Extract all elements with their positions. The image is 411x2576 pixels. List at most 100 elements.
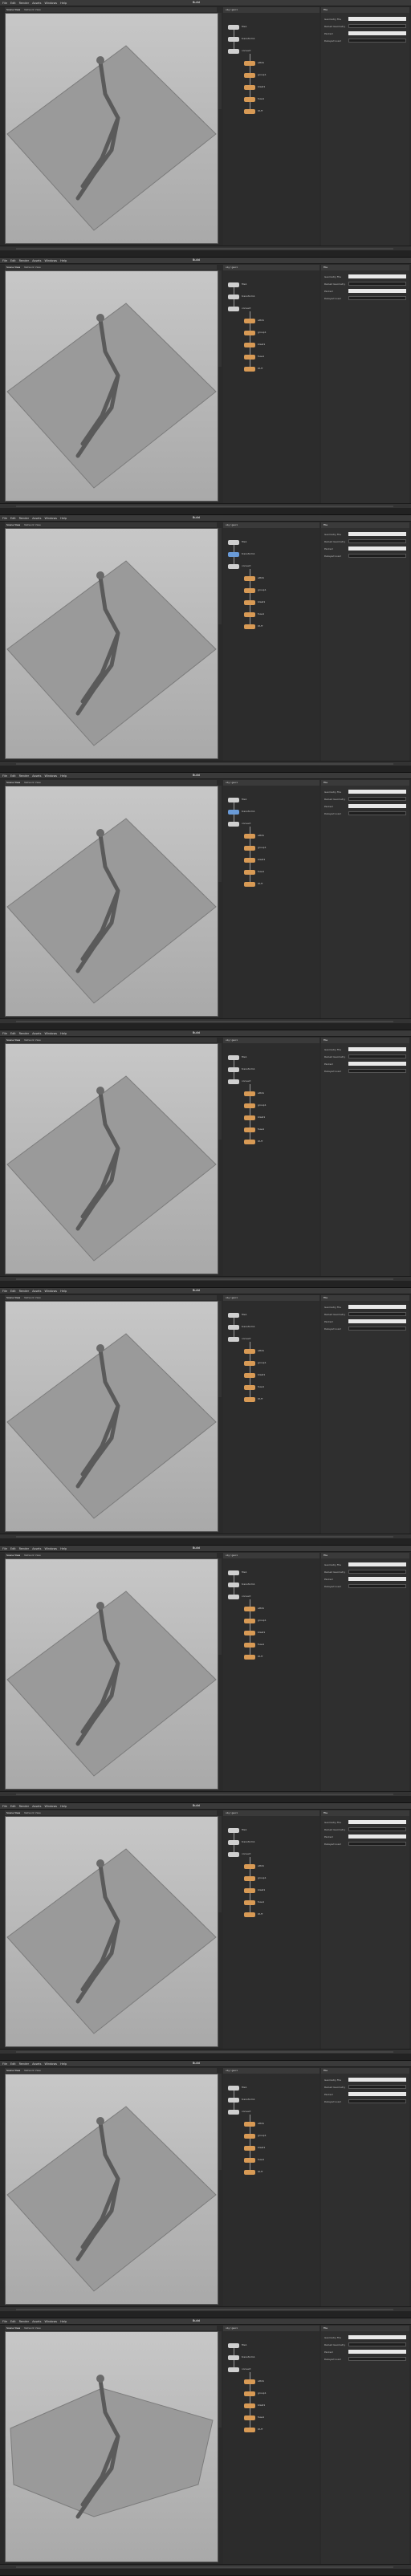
viewport-toolbar[interactable]	[218, 1816, 222, 1912]
parameter-field[interactable]	[348, 811, 406, 815]
menu-item-render[interactable]: Render	[19, 774, 29, 778]
network-path[interactable]: obj / geo1	[226, 1811, 238, 1814]
scene-viewport[interactable]	[5, 270, 218, 502]
menu-item-render[interactable]: Render	[19, 2320, 29, 2323]
menu-item-assets[interactable]: Assets	[32, 2320, 41, 2323]
menu-item-edit[interactable]: Edit	[10, 2, 16, 5]
menu-item-assets[interactable]: Assets	[32, 1032, 41, 1035]
node-7[interactable]: OUT	[244, 624, 262, 629]
parameter-field[interactable]	[348, 2085, 406, 2089]
parameter-field[interactable]	[348, 1827, 406, 1831]
tab-scene-view[interactable]: Scene View	[6, 1296, 20, 1299]
network-editor[interactable]: obj / geo1 file1 transform1 convert attrib gr…	[223, 1038, 319, 1278]
parameter-field[interactable]	[348, 804, 406, 808]
network-editor[interactable]: obj / geo1 file1 transform1 convert attrib gr…	[223, 1810, 319, 2051]
network-path[interactable]: obj / geo1	[226, 781, 238, 784]
node-2[interactable]: convert	[228, 1852, 250, 1857]
tab-scene-view[interactable]: Scene View	[6, 781, 20, 784]
parameter-field[interactable]	[348, 1570, 406, 1574]
menu-item-windows[interactable]: Windows	[45, 259, 58, 262]
menu-item-help[interactable]: Help	[60, 517, 67, 520]
network-path[interactable]: obj / geo1	[226, 1296, 238, 1299]
parameter-field[interactable]	[348, 17, 406, 21]
parameter-field[interactable]	[348, 31, 406, 35]
node-7[interactable]: OUT	[244, 2170, 262, 2175]
node-2[interactable]: convert	[228, 2367, 250, 2372]
menu-item-assets[interactable]: Assets	[32, 2062, 41, 2066]
parameter-field[interactable]	[348, 2350, 406, 2354]
node-7[interactable]: OUT	[244, 2428, 262, 2432]
menu-item-render[interactable]: Render	[19, 259, 29, 262]
menu-item-file[interactable]: File	[2, 2, 7, 5]
parameter-field[interactable]	[348, 39, 406, 43]
network-editor[interactable]: obj / geo1 file1 transform1 convert attrib gr…	[223, 2068, 319, 2309]
parameter-field[interactable]	[348, 2099, 406, 2103]
timeline-bar[interactable]	[16, 2309, 393, 2310]
menu-item-windows[interactable]: Windows	[45, 1547, 58, 1550]
menu-item-edit[interactable]: Edit	[10, 2320, 16, 2323]
menu-item-file[interactable]: File	[2, 1805, 7, 1808]
parameter-field[interactable]	[348, 274, 406, 278]
scene-viewport[interactable]	[5, 1301, 218, 1532]
node-7[interactable]: OUT	[244, 1140, 262, 1144]
menu-item-assets[interactable]: Assets	[32, 1547, 41, 1550]
parameter-field[interactable]	[348, 2342, 406, 2346]
parameter-field[interactable]	[348, 546, 406, 551]
menu-item-file[interactable]: File	[2, 2062, 7, 2066]
timeline-bar[interactable]	[16, 1278, 393, 1280]
menu-item-file[interactable]: File	[2, 2320, 7, 2323]
tab-network-view[interactable]: Network View	[24, 2069, 41, 2072]
parameter-field[interactable]	[348, 554, 406, 558]
menu-item-assets[interactable]: Assets	[32, 774, 41, 778]
desk-label[interactable]: Build	[193, 516, 209, 521]
parameter-field[interactable]	[348, 1319, 406, 1323]
tab-network-view[interactable]: Network View	[24, 781, 41, 784]
viewport-toolbar[interactable]	[218, 1301, 222, 1397]
node-2[interactable]: convert	[228, 1595, 250, 1599]
node-2[interactable]: convert	[228, 307, 250, 311]
menu-item-help[interactable]: Help	[60, 2, 67, 5]
tab-scene-view[interactable]: Scene View	[6, 2326, 20, 2330]
parameter-field[interactable]	[348, 2335, 406, 2339]
viewport-toolbar[interactable]	[218, 2331, 222, 2428]
desk-label[interactable]: Build	[193, 2319, 209, 2324]
parameter-field[interactable]	[348, 790, 406, 794]
parameter-field[interactable]	[348, 2357, 406, 2361]
menu-item-edit[interactable]: Edit	[10, 1290, 16, 1293]
timeline-bar[interactable]	[16, 763, 393, 765]
menu-item-edit[interactable]: Edit	[10, 1032, 16, 1035]
menu-item-file[interactable]: File	[2, 517, 7, 520]
desk-label[interactable]: Build	[193, 1546, 209, 1551]
tab-scene-view[interactable]: Scene View	[6, 266, 20, 269]
node-2[interactable]: convert	[228, 822, 250, 827]
parameter-field[interactable]	[348, 1305, 406, 1309]
menu-item-render[interactable]: Render	[19, 517, 29, 520]
menu-item-windows[interactable]: Windows	[45, 2, 58, 5]
menu-item-help[interactable]: Help	[60, 1547, 67, 1550]
timeline-bar[interactable]	[16, 1794, 393, 1795]
menu-item-assets[interactable]: Assets	[32, 517, 41, 520]
menu-item-windows[interactable]: Windows	[45, 1032, 58, 1035]
desk-label[interactable]: Build	[193, 774, 209, 778]
menu-item-edit[interactable]: Edit	[10, 774, 16, 778]
menu-item-render[interactable]: Render	[19, 2, 29, 5]
menu-item-render[interactable]: Render	[19, 1032, 29, 1035]
tab-network-view[interactable]: Network View	[24, 2326, 41, 2330]
network-path[interactable]: obj / geo1	[226, 2326, 238, 2330]
menu-item-assets[interactable]: Assets	[32, 1805, 41, 1808]
menu-item-edit[interactable]: Edit	[10, 1805, 16, 1808]
desk-label[interactable]: Build	[193, 1, 209, 6]
timeline-bar[interactable]	[16, 506, 393, 507]
parameter-field[interactable]	[348, 1834, 406, 1839]
menu-item-help[interactable]: Help	[60, 774, 67, 778]
timeline-bar[interactable]	[16, 2051, 393, 2053]
network-path[interactable]: obj / geo1	[226, 2069, 238, 2072]
desk-label[interactable]: Build	[193, 258, 209, 263]
desk-label[interactable]: Build	[193, 2062, 209, 2066]
tab-network-view[interactable]: Network View	[24, 523, 41, 526]
parameter-field[interactable]	[348, 1577, 406, 1581]
network-editor[interactable]: obj / geo1 file1 transform1 convert attrib gr…	[223, 265, 319, 506]
menu-item-assets[interactable]: Assets	[32, 2, 41, 5]
tab-scene-view[interactable]: Scene View	[6, 2069, 20, 2072]
scene-viewport[interactable]	[5, 786, 218, 1017]
